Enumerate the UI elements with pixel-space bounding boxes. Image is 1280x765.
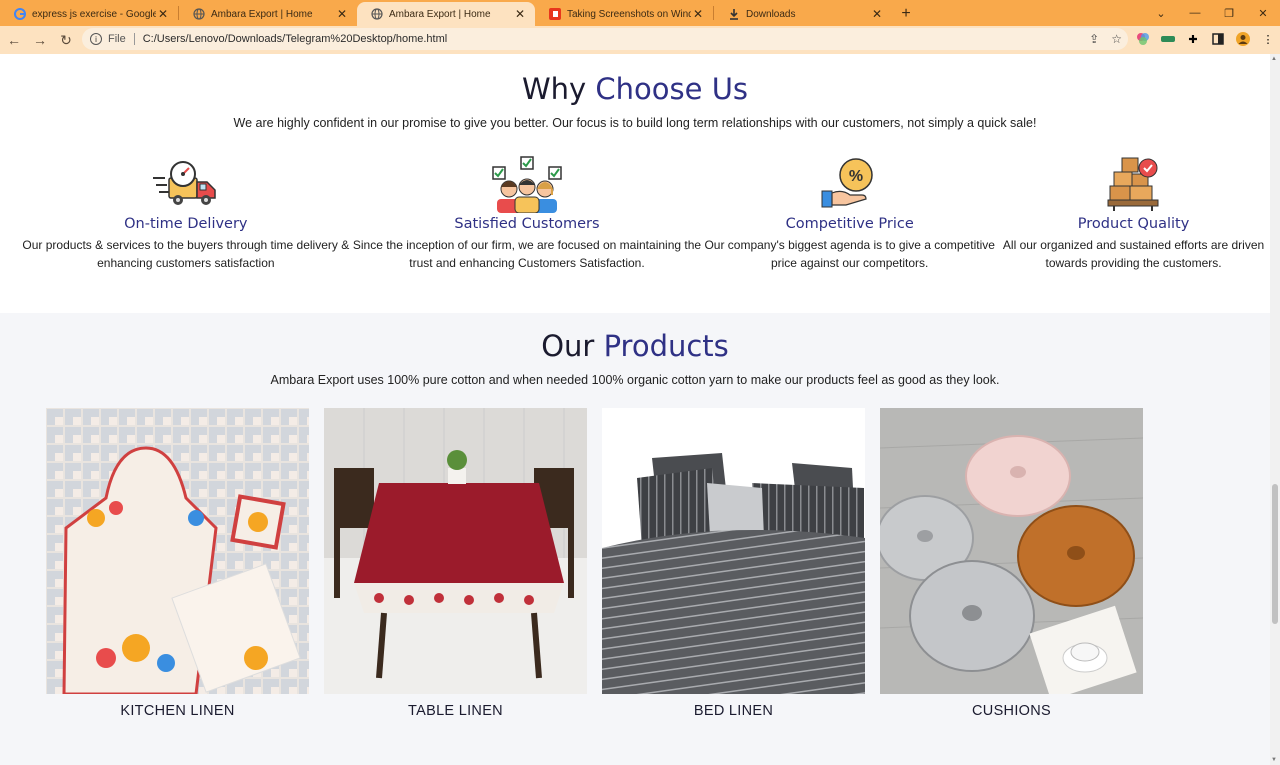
menu-kebab-icon[interactable]: ⋮ xyxy=(1261,32,1275,46)
cushions-image[interactable] xyxy=(880,408,1143,694)
side-panel-icon[interactable] xyxy=(1211,32,1225,46)
feature-title: On-time Delivery xyxy=(124,216,248,232)
product-label[interactable]: BED LINEN xyxy=(602,703,865,719)
why-section-subtitle: We are highly confident in our promise t… xyxy=(233,116,1037,130)
close-icon[interactable]: ✕ xyxy=(335,7,349,21)
price-hand-icon: % xyxy=(702,154,997,214)
title-accent: Products xyxy=(603,329,729,363)
color-extension-icon[interactable] xyxy=(1136,32,1150,46)
feature-title: Product Quality xyxy=(1077,216,1190,232)
browser-tab-strip: express js exercise - Google Sear ✕ Amba… xyxy=(0,0,1280,26)
page-viewport: Why Choose Us We are highly confident in… xyxy=(0,54,1270,765)
product-label[interactable]: CUSHIONS xyxy=(880,703,1143,719)
close-icon[interactable]: ✕ xyxy=(513,7,527,21)
feature-text: Our products & services to the buyers th… xyxy=(22,238,350,270)
feature-card: Satisfied Customers Since the inception … xyxy=(352,154,703,272)
tab-title: express js exercise - Google Sear xyxy=(32,8,156,20)
minimize-icon[interactable]: — xyxy=(1178,7,1212,19)
close-icon[interactable]: ✕ xyxy=(691,7,705,21)
product-cards: KITCHEN LINEN TABLE LINEN BED LINEN CUSH… xyxy=(46,408,1143,719)
product-card[interactable]: CUSHIONS xyxy=(880,408,1143,719)
browser-tab[interactable]: Downloads ✕ xyxy=(714,2,892,26)
google-icon xyxy=(14,8,26,20)
feature-card: Product Quality All our organized and su… xyxy=(997,154,1270,272)
title-part: Why xyxy=(521,72,587,106)
table-linen-image[interactable] xyxy=(324,408,587,694)
why-choose-us-section: Why Choose Us We are highly confident in… xyxy=(0,54,1270,313)
svg-text:%: % xyxy=(849,168,863,185)
address-bar[interactable]: i File C:/Users/Lenovo/Downloads/Telegra… xyxy=(82,28,1128,50)
close-icon[interactable]: ✕ xyxy=(156,7,170,21)
quality-boxes-icon xyxy=(997,154,1270,214)
site-info-icon[interactable]: i xyxy=(90,33,102,45)
feature-card: % Competitive Price Our company's bigges… xyxy=(702,154,997,272)
feature-card: On-time Delivery Our products & services… xyxy=(20,154,352,272)
new-tab-button[interactable]: + xyxy=(892,2,920,26)
share-icon[interactable]: ⇪ xyxy=(1089,32,1099,46)
features-row: On-time Delivery Our products & services… xyxy=(20,154,1270,272)
globe-icon xyxy=(371,8,383,20)
restore-icon[interactable]: ❐ xyxy=(1212,7,1246,20)
url-text[interactable]: C:/Users/Lenovo/Downloads/Telegram%20Des… xyxy=(143,33,447,45)
back-arrow-icon[interactable]: ← xyxy=(2,28,26,52)
scroll-down-arrow-icon[interactable]: ▼ xyxy=(1271,757,1277,763)
close-icon[interactable]: ✕ xyxy=(870,7,884,21)
product-card[interactable]: TABLE LINEN xyxy=(324,408,587,719)
kitchen-linen-image[interactable] xyxy=(46,408,309,694)
browser-tab[interactable]: express js exercise - Google Sear ✕ xyxy=(0,2,178,26)
products-section-title: Our Products xyxy=(0,329,1270,363)
extension-icon[interactable] xyxy=(1161,32,1175,46)
bookmark-star-icon[interactable]: ☆ xyxy=(1111,32,1122,46)
window-controls: ⌄ — ❐ ✕ xyxy=(1144,0,1280,26)
product-label[interactable]: KITCHEN LINEN xyxy=(46,703,309,719)
product-card[interactable]: BED LINEN xyxy=(602,408,865,719)
feature-text: Our company's biggest agenda is to give … xyxy=(704,238,995,270)
feature-title: Satisfied Customers xyxy=(454,216,600,232)
products-section-subtitle: Ambara Export uses 100% pure cotton and … xyxy=(270,373,1000,387)
tab-title: Ambara Export | Home xyxy=(389,8,491,20)
scroll-up-arrow-icon[interactable]: ▲ xyxy=(1271,56,1277,62)
delivery-truck-icon xyxy=(20,154,352,214)
browser-tab-active[interactable]: Ambara Export | Home ✕ xyxy=(357,2,535,26)
tab-search-icon[interactable]: ⌄ xyxy=(1144,7,1178,20)
download-icon xyxy=(728,8,740,20)
browser-tab[interactable]: Ambara Export | Home ✕ xyxy=(179,2,357,26)
product-card[interactable]: KITCHEN LINEN xyxy=(46,408,309,719)
snagit-icon xyxy=(549,8,561,20)
bed-linen-image[interactable] xyxy=(602,408,865,694)
browser-tab[interactable]: Taking Screenshots on Windows ✕ xyxy=(535,2,713,26)
feature-text: Since the inception of our firm, we are … xyxy=(352,238,702,270)
feature-text: All our organized and sustained efforts … xyxy=(1002,238,1265,270)
puzzle-icon[interactable]: ✚ xyxy=(1186,32,1200,46)
feature-title: Competitive Price xyxy=(785,216,914,232)
scrollbar-thumb[interactable] xyxy=(1272,484,1278,624)
customers-group-icon xyxy=(352,154,703,214)
product-label[interactable]: TABLE LINEN xyxy=(324,703,587,719)
reload-icon[interactable]: ↻ xyxy=(54,28,78,52)
scheme-label: File xyxy=(108,33,126,45)
title-accent: Choose Us xyxy=(595,72,749,106)
tab-title: Taking Screenshots on Windows xyxy=(567,8,691,20)
browser-toolbar: ← → ↻ i File C:/Users/Lenovo/Downloads/T… xyxy=(0,26,1280,54)
why-section-title: Why Choose Us xyxy=(0,72,1270,106)
extensions-area: ✚ ⋮ xyxy=(1136,32,1275,46)
tab-title: Downloads xyxy=(746,8,796,20)
address-divider xyxy=(133,33,135,45)
tab-title: Ambara Export | Home xyxy=(211,8,313,20)
forward-arrow-icon[interactable]: → xyxy=(28,28,52,52)
close-window-icon[interactable]: ✕ xyxy=(1246,7,1280,20)
profile-avatar-icon[interactable] xyxy=(1236,32,1250,46)
globe-icon xyxy=(193,8,205,20)
address-bar-actions: ⇪ ☆ xyxy=(1089,32,1122,46)
page-scrollbar[interactable]: ▲ ▼ xyxy=(1270,54,1280,765)
our-products-section: Our Products Ambara Export uses 100% pur… xyxy=(0,313,1270,765)
title-part: Our xyxy=(541,329,595,363)
